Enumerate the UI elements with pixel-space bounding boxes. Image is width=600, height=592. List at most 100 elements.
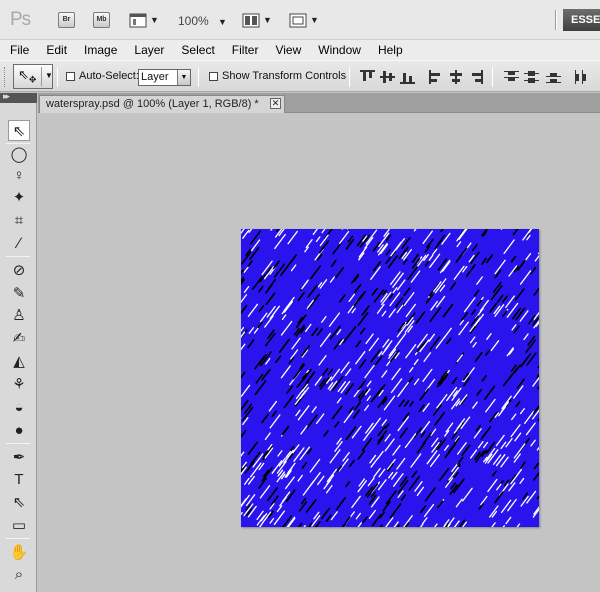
- menu-window[interactable]: Window: [318, 43, 361, 57]
- document-tab[interactable]: waterspray.psd @ 100% (Layer 1, RGB/8) *…: [39, 95, 285, 113]
- align-left-edges-icon[interactable]: [429, 70, 444, 84]
- tool-eyedropper[interactable]: ∕: [8, 233, 30, 254]
- tool-quick-selection[interactable]: ✦: [8, 187, 30, 208]
- pen-icon: ✒: [12, 449, 26, 466]
- chevron-down-icon: ▼: [310, 15, 319, 25]
- auto-select-dropdown[interactable]: Layer ▼: [138, 69, 191, 86]
- preset-separator: [41, 67, 42, 86]
- move-tool-icon: ⇖✥: [18, 67, 37, 85]
- menu-filter[interactable]: Filter: [232, 43, 259, 57]
- tool-crop[interactable]: ⌗: [8, 210, 30, 231]
- options-bar: ⇖✥ ▼ Auto-Select: Layer ▼ Show Transform…: [0, 60, 600, 92]
- tool-elliptical-marquee[interactable]: ◯: [8, 144, 30, 165]
- menu-image[interactable]: Image: [84, 43, 117, 57]
- tool-separator: [6, 538, 30, 539]
- align-right-edges-icon[interactable]: [469, 70, 484, 84]
- menu-layer[interactable]: Layer: [134, 43, 164, 57]
- chevron-down-icon: ▼: [45, 71, 53, 80]
- tool-dodge[interactable]: ●: [8, 420, 30, 441]
- tool-paint-bucket[interactable]: ⚘: [8, 374, 30, 395]
- show-transform-label: Show Transform Controls: [222, 70, 347, 82]
- tool-move[interactable]: ⇖: [8, 120, 30, 141]
- options-separator: [57, 67, 58, 87]
- tool-path-selection[interactable]: ⇖: [8, 492, 30, 513]
- chevron-down-icon: ▼: [263, 15, 272, 25]
- water-spray-texture: [241, 229, 539, 527]
- launch-minibridge-button[interactable]: Mb: [93, 12, 110, 28]
- eraser-icon: ◭: [13, 353, 25, 370]
- distribute-left-edges-icon[interactable]: [574, 70, 589, 84]
- tool-lasso[interactable]: ♀: [8, 165, 30, 186]
- quick-selection-icon: ✦: [12, 189, 26, 206]
- zoom-level-value: 100%: [178, 14, 209, 28]
- tool-pen[interactable]: ✒: [8, 447, 30, 468]
- move-tool-icon: ⇖: [12, 123, 26, 140]
- launch-bridge-button[interactable]: Br: [58, 12, 75, 28]
- blur-icon: ◒: [14, 399, 24, 416]
- options-separator: [349, 67, 350, 87]
- workspace-switcher-button[interactable]: ESSEN: [563, 9, 600, 31]
- options-bar-grip[interactable]: [4, 67, 7, 87]
- options-separator: [492, 67, 493, 87]
- tool-brush[interactable]: ✎: [8, 283, 30, 304]
- distribute-top-edges-icon[interactable]: [504, 70, 519, 84]
- menu-view[interactable]: View: [275, 43, 301, 57]
- paint-bucket-icon: ⚘: [12, 376, 26, 393]
- tool-preset-picker[interactable]: ⇖✥ ▼: [13, 64, 53, 89]
- view-extras-button[interactable]: ▼: [129, 12, 159, 28]
- menu-edit[interactable]: Edit: [46, 43, 67, 57]
- align-top-edges-icon[interactable]: [360, 70, 375, 84]
- tool-spot-healing-brush[interactable]: ⊘: [8, 260, 30, 281]
- arrange-documents-button[interactable]: ▼: [242, 12, 272, 28]
- zoom-icon: ⌕: [14, 566, 24, 583]
- align-bottom-edges-icon[interactable]: [400, 70, 415, 84]
- history-brush-icon: ✍: [12, 330, 26, 347]
- chevron-down-icon: ▼: [150, 15, 159, 25]
- screen-mode-icon: [289, 13, 307, 27]
- show-transform-checkbox[interactable]: [209, 72, 218, 81]
- canvas-image[interactable]: [241, 229, 539, 527]
- dodge-icon: ●: [14, 422, 24, 439]
- distribute-bottom-edges-icon[interactable]: [546, 70, 561, 84]
- tool-blur[interactable]: ◒: [8, 397, 30, 418]
- menu-select[interactable]: Select: [181, 43, 214, 57]
- tool-separator: [6, 443, 30, 444]
- document-tab-title: waterspray.psd @ 100% (Layer 1, RGB/8) *: [46, 98, 259, 110]
- tool-eraser[interactable]: ◭: [8, 351, 30, 372]
- chevron-down-icon: ▼: [177, 70, 190, 85]
- eyedropper-icon: ∕: [17, 235, 21, 252]
- menu-bar: File Edit Image Layer Select Filter View…: [0, 40, 600, 60]
- close-icon[interactable]: ✕: [270, 98, 281, 109]
- tool-history-brush[interactable]: ✍: [8, 328, 30, 349]
- chevron-down-icon: ▼: [218, 17, 227, 27]
- photoshop-logo: Ps: [10, 9, 31, 30]
- tool-type[interactable]: T: [8, 469, 30, 490]
- rectangle-icon: ▭: [11, 517, 27, 534]
- elliptical-marquee-icon: ◯: [10, 146, 28, 163]
- brush-icon: ✎: [12, 285, 26, 302]
- distribute-vertical-centers-icon[interactable]: [524, 70, 539, 84]
- tool-rectangle[interactable]: ▭: [8, 515, 30, 536]
- document-tab-bar: waterspray.psd @ 100% (Layer 1, RGB/8) *…: [38, 93, 600, 113]
- menu-file[interactable]: File: [10, 43, 29, 57]
- tool-clone-stamp[interactable]: ♙: [8, 305, 30, 326]
- tool-zoom[interactable]: ⌕: [8, 564, 30, 585]
- arrange-documents-icon: [242, 13, 260, 27]
- tool-hand[interactable]: ✋: [8, 542, 30, 563]
- align-vertical-centers-icon[interactable]: [380, 70, 395, 84]
- menu-help[interactable]: Help: [378, 43, 403, 57]
- auto-select-checkbox[interactable]: [66, 72, 75, 81]
- crop-icon: ⌗: [14, 212, 24, 229]
- application-bar: Ps Br Mb ▼ 100% ▼ ▼ ▼ ESSEN: [0, 0, 600, 40]
- collapse-arrows-icon: ▸▸: [3, 91, 10, 101]
- lasso-icon: ♀: [13, 167, 25, 184]
- clone-stamp-icon: ♙: [12, 307, 26, 324]
- hand-icon: ✋: [9, 544, 29, 561]
- toolbox-header[interactable]: ▸▸: [0, 91, 37, 103]
- zoom-level-menu[interactable]: 100% ▼: [178, 14, 227, 28]
- auto-select-label: Auto-Select:: [79, 70, 139, 82]
- tool-separator: [6, 256, 30, 257]
- spot-healing-brush-icon: ⊘: [12, 262, 26, 279]
- screen-mode-button[interactable]: ▼: [289, 12, 319, 28]
- align-horizontal-centers-icon[interactable]: [449, 70, 464, 84]
